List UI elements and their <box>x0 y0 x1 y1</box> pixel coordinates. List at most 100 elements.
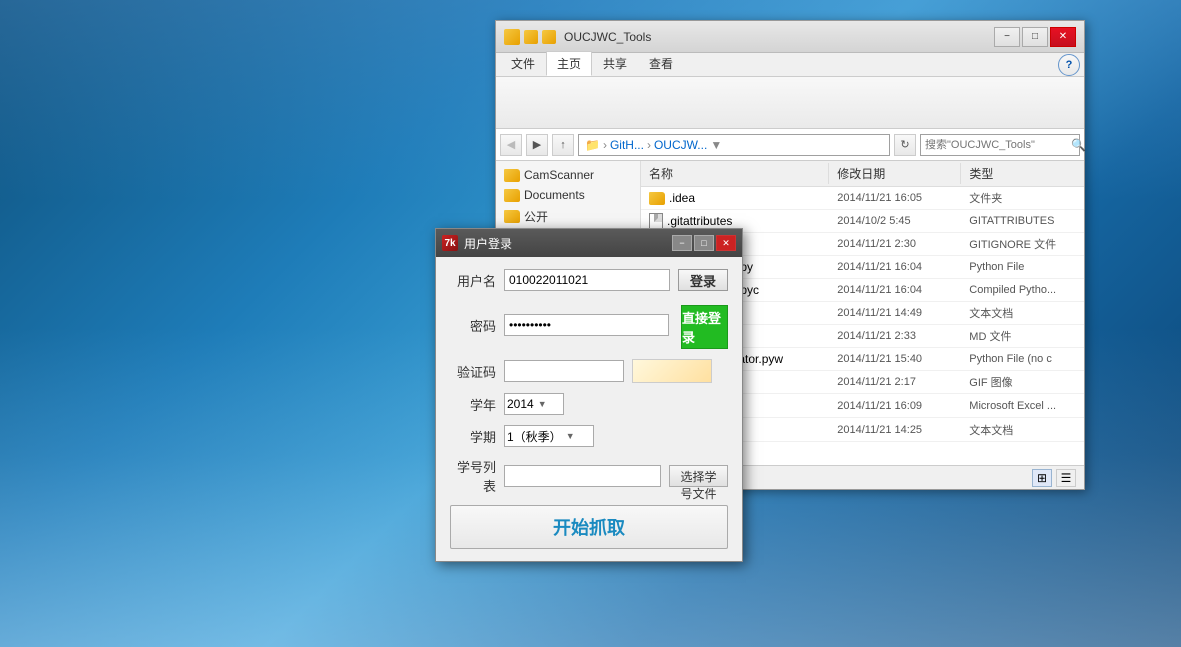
file-type: Python File <box>961 258 1084 276</box>
file-type: MD 文件 <box>961 325 1084 347</box>
file-list-header: 名称 修改日期 类型 <box>641 161 1084 187</box>
dialog-title-text: 用户登录 <box>464 235 512 252</box>
captcha-row: 验证码 <box>450 359 728 383</box>
password-input[interactable] <box>504 314 669 336</box>
explorer-folder-icon-2 <box>524 30 538 44</box>
file-date: 2014/11/21 2:33 <box>829 327 961 345</box>
direct-login-button[interactable]: 直接登录 <box>681 305 728 349</box>
file-type: Compiled Pytho... <box>961 281 1084 299</box>
explorer-minimize-button[interactable]: − <box>994 27 1020 47</box>
tab-share[interactable]: 共享 <box>592 51 638 76</box>
choose-file-button[interactable]: 选择学号文件 <box>669 465 728 487</box>
file-date: 2014/11/21 16:04 <box>829 258 961 276</box>
year-select[interactable]: 2014 ▼ <box>504 393 564 415</box>
file-type: Microsoft Excel ... <box>961 397 1084 415</box>
back-button[interactable]: ◀ <box>500 134 522 156</box>
captcha-image[interactable] <box>632 359 712 383</box>
desktop: OUCJWC_Tools − □ ✕ 文件 主页 共享 查看 ? ◀ ▶ <box>0 0 1181 647</box>
login-button[interactable]: 登录 <box>678 269 728 291</box>
file-date: 2014/11/21 16:09 <box>829 397 961 415</box>
dialog-controls: − □ ✕ <box>672 235 736 251</box>
table-row[interactable]: .idea 2014/11/21 16:05 文件夹 <box>641 187 1084 210</box>
view-list-button[interactable]: ☰ <box>1056 469 1076 487</box>
col-header-type[interactable]: 类型 <box>961 163 1084 184</box>
breadcrumb-oucjwc[interactable]: OUCJW... <box>654 138 707 152</box>
breadcrumb-github[interactable]: GitH... <box>610 138 644 152</box>
tab-file[interactable]: 文件 <box>500 51 546 76</box>
dialog-close-button[interactable]: ✕ <box>716 235 736 251</box>
dialog-title-bar: 7k 用户登录 − □ ✕ <box>436 229 742 257</box>
username-label: 用户名 <box>450 271 496 290</box>
col-header-name[interactable]: 名称 <box>641 163 829 184</box>
folder-icon <box>504 189 520 202</box>
file-date: 2014/10/2 5:45 <box>829 212 961 230</box>
search-box[interactable]: 🔍 <box>920 134 1080 156</box>
file-date: 2014/11/21 14:49 <box>829 304 961 322</box>
username-row: 用户名 登录 <box>450 269 728 291</box>
file-date: 2014/11/21 2:30 <box>829 235 961 253</box>
search-input[interactable] <box>925 139 1067 151</box>
nav-bar: ◀ ▶ ↑ 📁 › GitH... › OUCJW... ▼ ↻ 🔍 <box>496 129 1084 161</box>
dialog-title-left: 7k 用户登录 <box>442 235 512 252</box>
password-label: 密码 <box>450 316 496 335</box>
file-type: 文本文档 <box>961 302 1084 324</box>
sidebar-item-public[interactable]: 公开 <box>496 205 640 228</box>
semester-label: 学期 <box>450 427 496 446</box>
explorer-title-bar: OUCJWC_Tools − □ ✕ <box>496 21 1084 53</box>
file-name-idea: .idea <box>641 188 829 208</box>
dialog-maximize-button[interactable]: □ <box>694 235 714 251</box>
help-button[interactable]: ? <box>1058 54 1080 76</box>
sidebar-label-camscanner: CamScanner <box>524 168 594 182</box>
file-type: GITIGNORE 文件 <box>961 233 1084 255</box>
start-capture-button[interactable]: 开始抓取 <box>450 505 728 549</box>
sidebar-label-documents: Documents <box>524 188 585 202</box>
breadcrumb-folder-icon: 📁 <box>585 138 600 152</box>
semester-row: 学期 1（秋季） ▼ <box>450 425 728 447</box>
file-date: 2014/11/21 2:17 <box>829 373 961 391</box>
explorer-maximize-button[interactable]: □ <box>1022 27 1048 47</box>
view-buttons: ⊞ ☰ <box>1032 469 1076 487</box>
file-type: 文件夹 <box>961 187 1084 209</box>
file-type: GITATTRIBUTES <box>961 212 1084 230</box>
file-date: 2014/11/21 14:25 <box>829 421 961 439</box>
address-bar[interactable]: 📁 › GitH... › OUCJW... ▼ <box>578 134 890 156</box>
folder-icon <box>504 169 520 182</box>
file-icon <box>649 213 663 229</box>
refresh-button[interactable]: ↻ <box>894 134 916 156</box>
file-type: 文本文档 <box>961 419 1084 441</box>
folder-icon <box>649 192 665 205</box>
dialog-minimize-button[interactable]: − <box>672 235 692 251</box>
filelist-input[interactable] <box>504 465 661 487</box>
file-type: GIF 图像 <box>961 371 1084 393</box>
login-dialog: 7k 用户登录 − □ ✕ 用户名 登录 密码 直接登录 <box>435 228 743 562</box>
up-button[interactable]: ↑ <box>552 134 574 156</box>
file-type: Python File (no c <box>961 350 1084 368</box>
ribbon-tabs: 文件 主页 共享 查看 ? <box>496 53 1084 77</box>
sidebar-item-documents[interactable]: Documents <box>496 185 640 205</box>
filelist-row: 学号列表 选择学号文件 <box>450 457 728 495</box>
explorer-close-button[interactable]: ✕ <box>1050 27 1076 47</box>
sidebar-item-camscanner[interactable]: CamScanner <box>496 165 640 185</box>
folder-icon <box>504 210 520 223</box>
file-date: 2014/11/21 15:40 <box>829 350 961 368</box>
semester-select[interactable]: 1（秋季） ▼ <box>504 425 594 447</box>
search-icon: 🔍 <box>1071 138 1086 152</box>
password-row: 密码 直接登录 <box>450 301 728 349</box>
username-input[interactable] <box>504 269 670 291</box>
ribbon-bar <box>496 77 1084 129</box>
forward-button[interactable]: ▶ <box>526 134 548 156</box>
explorer-title-text: OUCJWC_Tools <box>564 30 651 44</box>
tab-view[interactable]: 查看 <box>638 51 684 76</box>
sidebar-label-public: 公开 <box>524 208 548 225</box>
col-header-date[interactable]: 修改日期 <box>829 163 961 184</box>
file-date: 2014/11/21 16:04 <box>829 281 961 299</box>
tab-home[interactable]: 主页 <box>546 51 592 76</box>
title-controls: − □ ✕ <box>994 27 1076 47</box>
year-row: 学年 2014 ▼ <box>450 393 728 415</box>
view-detail-button[interactable]: ⊞ <box>1032 469 1052 487</box>
file-date: 2014/11/21 16:05 <box>829 189 961 207</box>
semester-select-arrow: ▼ <box>566 431 575 441</box>
captcha-input[interactable] <box>504 360 624 382</box>
title-bar-left: OUCJWC_Tools <box>504 29 651 45</box>
explorer-folder-icon-3 <box>542 30 556 44</box>
